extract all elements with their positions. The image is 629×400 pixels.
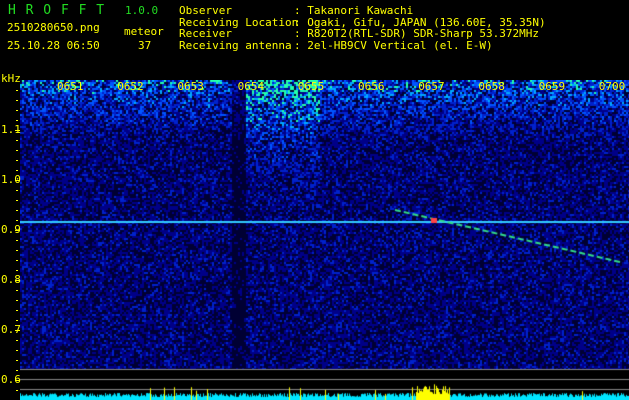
y-minor-tick xyxy=(16,120,18,121)
y-minor-tick xyxy=(16,160,18,161)
meteor-count: 37 xyxy=(138,39,152,52)
datetime: 25.10.28 06:50 xyxy=(7,39,100,52)
x-tick-label: 0653 xyxy=(177,80,204,93)
app-title: H R O F F T xyxy=(8,3,106,18)
y-minor-tick xyxy=(16,220,18,221)
x-tick-label: 0659 xyxy=(538,80,566,93)
y-axis-label: kHz xyxy=(1,72,21,85)
y-minor-tick xyxy=(16,310,18,311)
y-minor-tick xyxy=(16,290,18,291)
y-minor-tick xyxy=(16,250,18,251)
spectrogram xyxy=(20,80,629,400)
filename: 2510280650.png xyxy=(7,21,100,34)
y-minor-tick xyxy=(16,150,18,151)
x-tick-label: 0657 xyxy=(418,80,445,93)
y-minor-tick xyxy=(16,130,18,131)
y-minor-tick xyxy=(16,100,18,101)
y-minor-tick xyxy=(16,180,18,181)
y-minor-tick xyxy=(16,380,18,381)
info-value: : 2el-HB9CV Vertical (el. E-W) xyxy=(294,38,493,52)
x-tick-label: 0700 xyxy=(598,80,626,93)
y-minor-tick xyxy=(16,300,18,301)
y-minor-tick xyxy=(16,360,18,361)
y-minor-tick xyxy=(16,240,18,241)
y-minor-tick xyxy=(16,190,18,191)
y-minor-tick xyxy=(16,320,18,321)
x-tick-label: 0658 xyxy=(478,80,505,93)
y-minor-tick xyxy=(16,260,18,261)
y-minor-tick xyxy=(16,110,18,111)
y-minor-tick xyxy=(16,340,18,341)
y-minor-tick xyxy=(16,390,18,391)
y-minor-tick xyxy=(16,270,18,271)
x-tick-label: 0654 xyxy=(237,80,265,93)
y-minor-tick xyxy=(16,140,18,141)
x-tick-label: 0656 xyxy=(358,80,385,93)
x-tick-label: 0655 xyxy=(297,80,325,93)
y-minor-tick xyxy=(16,90,18,91)
y-minor-tick xyxy=(16,170,18,171)
x-tick-label: 0651 xyxy=(57,80,84,93)
y-minor-tick xyxy=(16,230,18,231)
meteor-label: meteor xyxy=(124,25,164,38)
y-minor-tick xyxy=(16,370,18,371)
y-minor-tick xyxy=(16,280,18,281)
x-tick-label: 0652 xyxy=(117,80,144,93)
y-minor-tick xyxy=(16,210,18,211)
y-minor-tick xyxy=(16,330,18,331)
y-minor-tick xyxy=(16,350,18,351)
y-minor-tick xyxy=(16,200,18,201)
info-label: Receiving antenna xyxy=(179,38,292,52)
version: 1.0.0 xyxy=(125,4,159,17)
